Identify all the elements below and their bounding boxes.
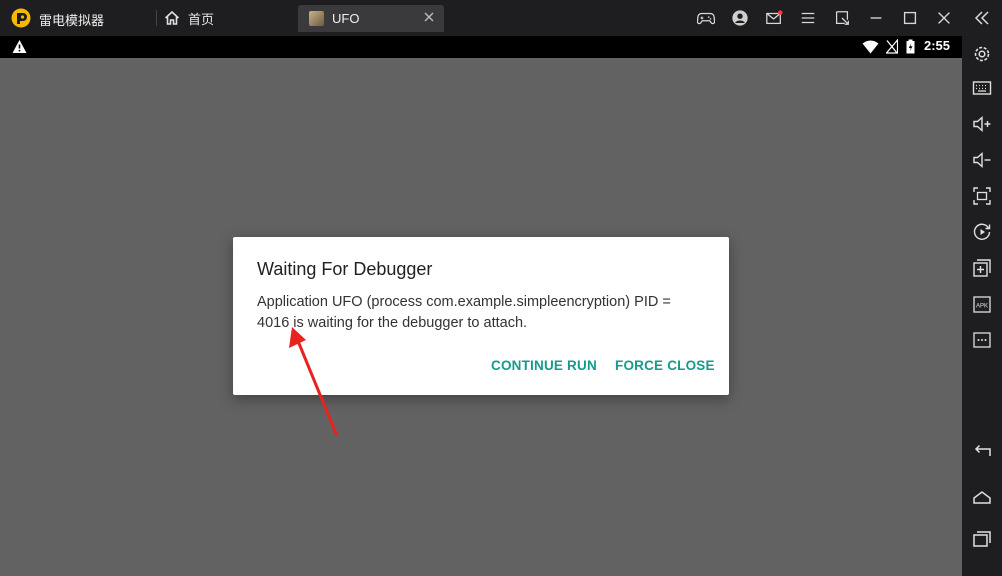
account-button[interactable]: [729, 7, 751, 29]
keyboard-button[interactable]: [971, 77, 993, 99]
close-button[interactable]: [933, 7, 955, 29]
battery-icon: [906, 39, 915, 54]
tab-ufo[interactable]: UFO: [298, 5, 444, 32]
app-logo-icon: [11, 8, 31, 28]
recents-button[interactable]: [971, 528, 993, 550]
title-separator: [156, 10, 157, 26]
volume-up-icon: [973, 115, 991, 133]
right-sidebar: APK: [962, 0, 1002, 576]
minimize-icon: [870, 17, 882, 19]
menu-icon: [801, 12, 815, 24]
add-app-icon: [973, 259, 991, 277]
gamepad-icon: [697, 12, 715, 25]
fullscreen-button[interactable]: [971, 185, 993, 207]
back-icon: [974, 444, 991, 456]
settings-icon: [974, 46, 990, 62]
collapse-sidebar-button[interactable]: [971, 7, 993, 29]
settings-button[interactable]: [971, 43, 993, 65]
android-screen: 2:55 Waiting For Debugger Application UF…: [0, 36, 962, 576]
fullscreen-icon: [973, 187, 991, 205]
dialog-title: Waiting For Debugger: [257, 259, 433, 279]
home-tab-label: 首页: [188, 11, 215, 27]
close-icon: [938, 12, 950, 24]
account-icon: [732, 10, 748, 26]
home-nav-button[interactable]: [971, 485, 993, 507]
maximize-icon: [903, 11, 917, 25]
record-button[interactable]: [971, 221, 993, 243]
back-button[interactable]: [971, 441, 993, 463]
warning-icon: [12, 40, 27, 53]
home-icon: [164, 10, 180, 25]
mail-icon: [766, 10, 783, 25]
status-time: 2:55: [924, 38, 951, 53]
apk-icon-text: APK: [976, 304, 988, 310]
record-icon: [973, 223, 991, 240]
title-bar: 雷电模拟器 首页 UFO: [0, 0, 1002, 36]
wifi-icon: [862, 40, 879, 54]
tab-close-icon[interactable]: [422, 10, 436, 24]
collapse-icon: [974, 11, 989, 25]
volume-up-button[interactable]: [971, 113, 993, 135]
add-app-button[interactable]: [971, 257, 993, 279]
screen-icon: [835, 11, 849, 25]
gamepad-button[interactable]: [695, 7, 717, 29]
more-button[interactable]: [971, 329, 993, 351]
apk-install-button[interactable]: APK: [971, 293, 993, 315]
continue-run-button[interactable]: CONTINUE RUN: [491, 358, 597, 373]
volume-down-icon: [973, 151, 991, 169]
volume-down-button[interactable]: [971, 149, 993, 171]
dialog-message: Application UFO (process com.example.sim…: [257, 294, 671, 331]
force-close-button[interactable]: FORCE CLOSE: [615, 358, 715, 373]
ufo-app-icon: [309, 11, 324, 26]
keyboard-icon: [972, 81, 992, 95]
tab-ufo-label: UFO: [332, 11, 360, 26]
home-tab[interactable]: 首页: [164, 6, 214, 30]
menu-button[interactable]: [797, 7, 819, 29]
recents-icon: [973, 531, 991, 547]
apk-icon: APK: [973, 296, 991, 313]
screen-button[interactable]: [831, 7, 853, 29]
android-status-bar: 2:55: [0, 36, 962, 58]
more-icon: [973, 332, 991, 348]
debugger-dialog: Waiting For Debugger Application UFO (pr…: [233, 237, 729, 395]
signal-icon: [886, 39, 898, 54]
mail-button[interactable]: [763, 7, 785, 29]
home-nav-icon: [973, 491, 991, 504]
maximize-button[interactable]: [899, 7, 921, 29]
app-name: 雷电模拟器: [39, 13, 105, 28]
minimize-button[interactable]: [865, 7, 887, 29]
